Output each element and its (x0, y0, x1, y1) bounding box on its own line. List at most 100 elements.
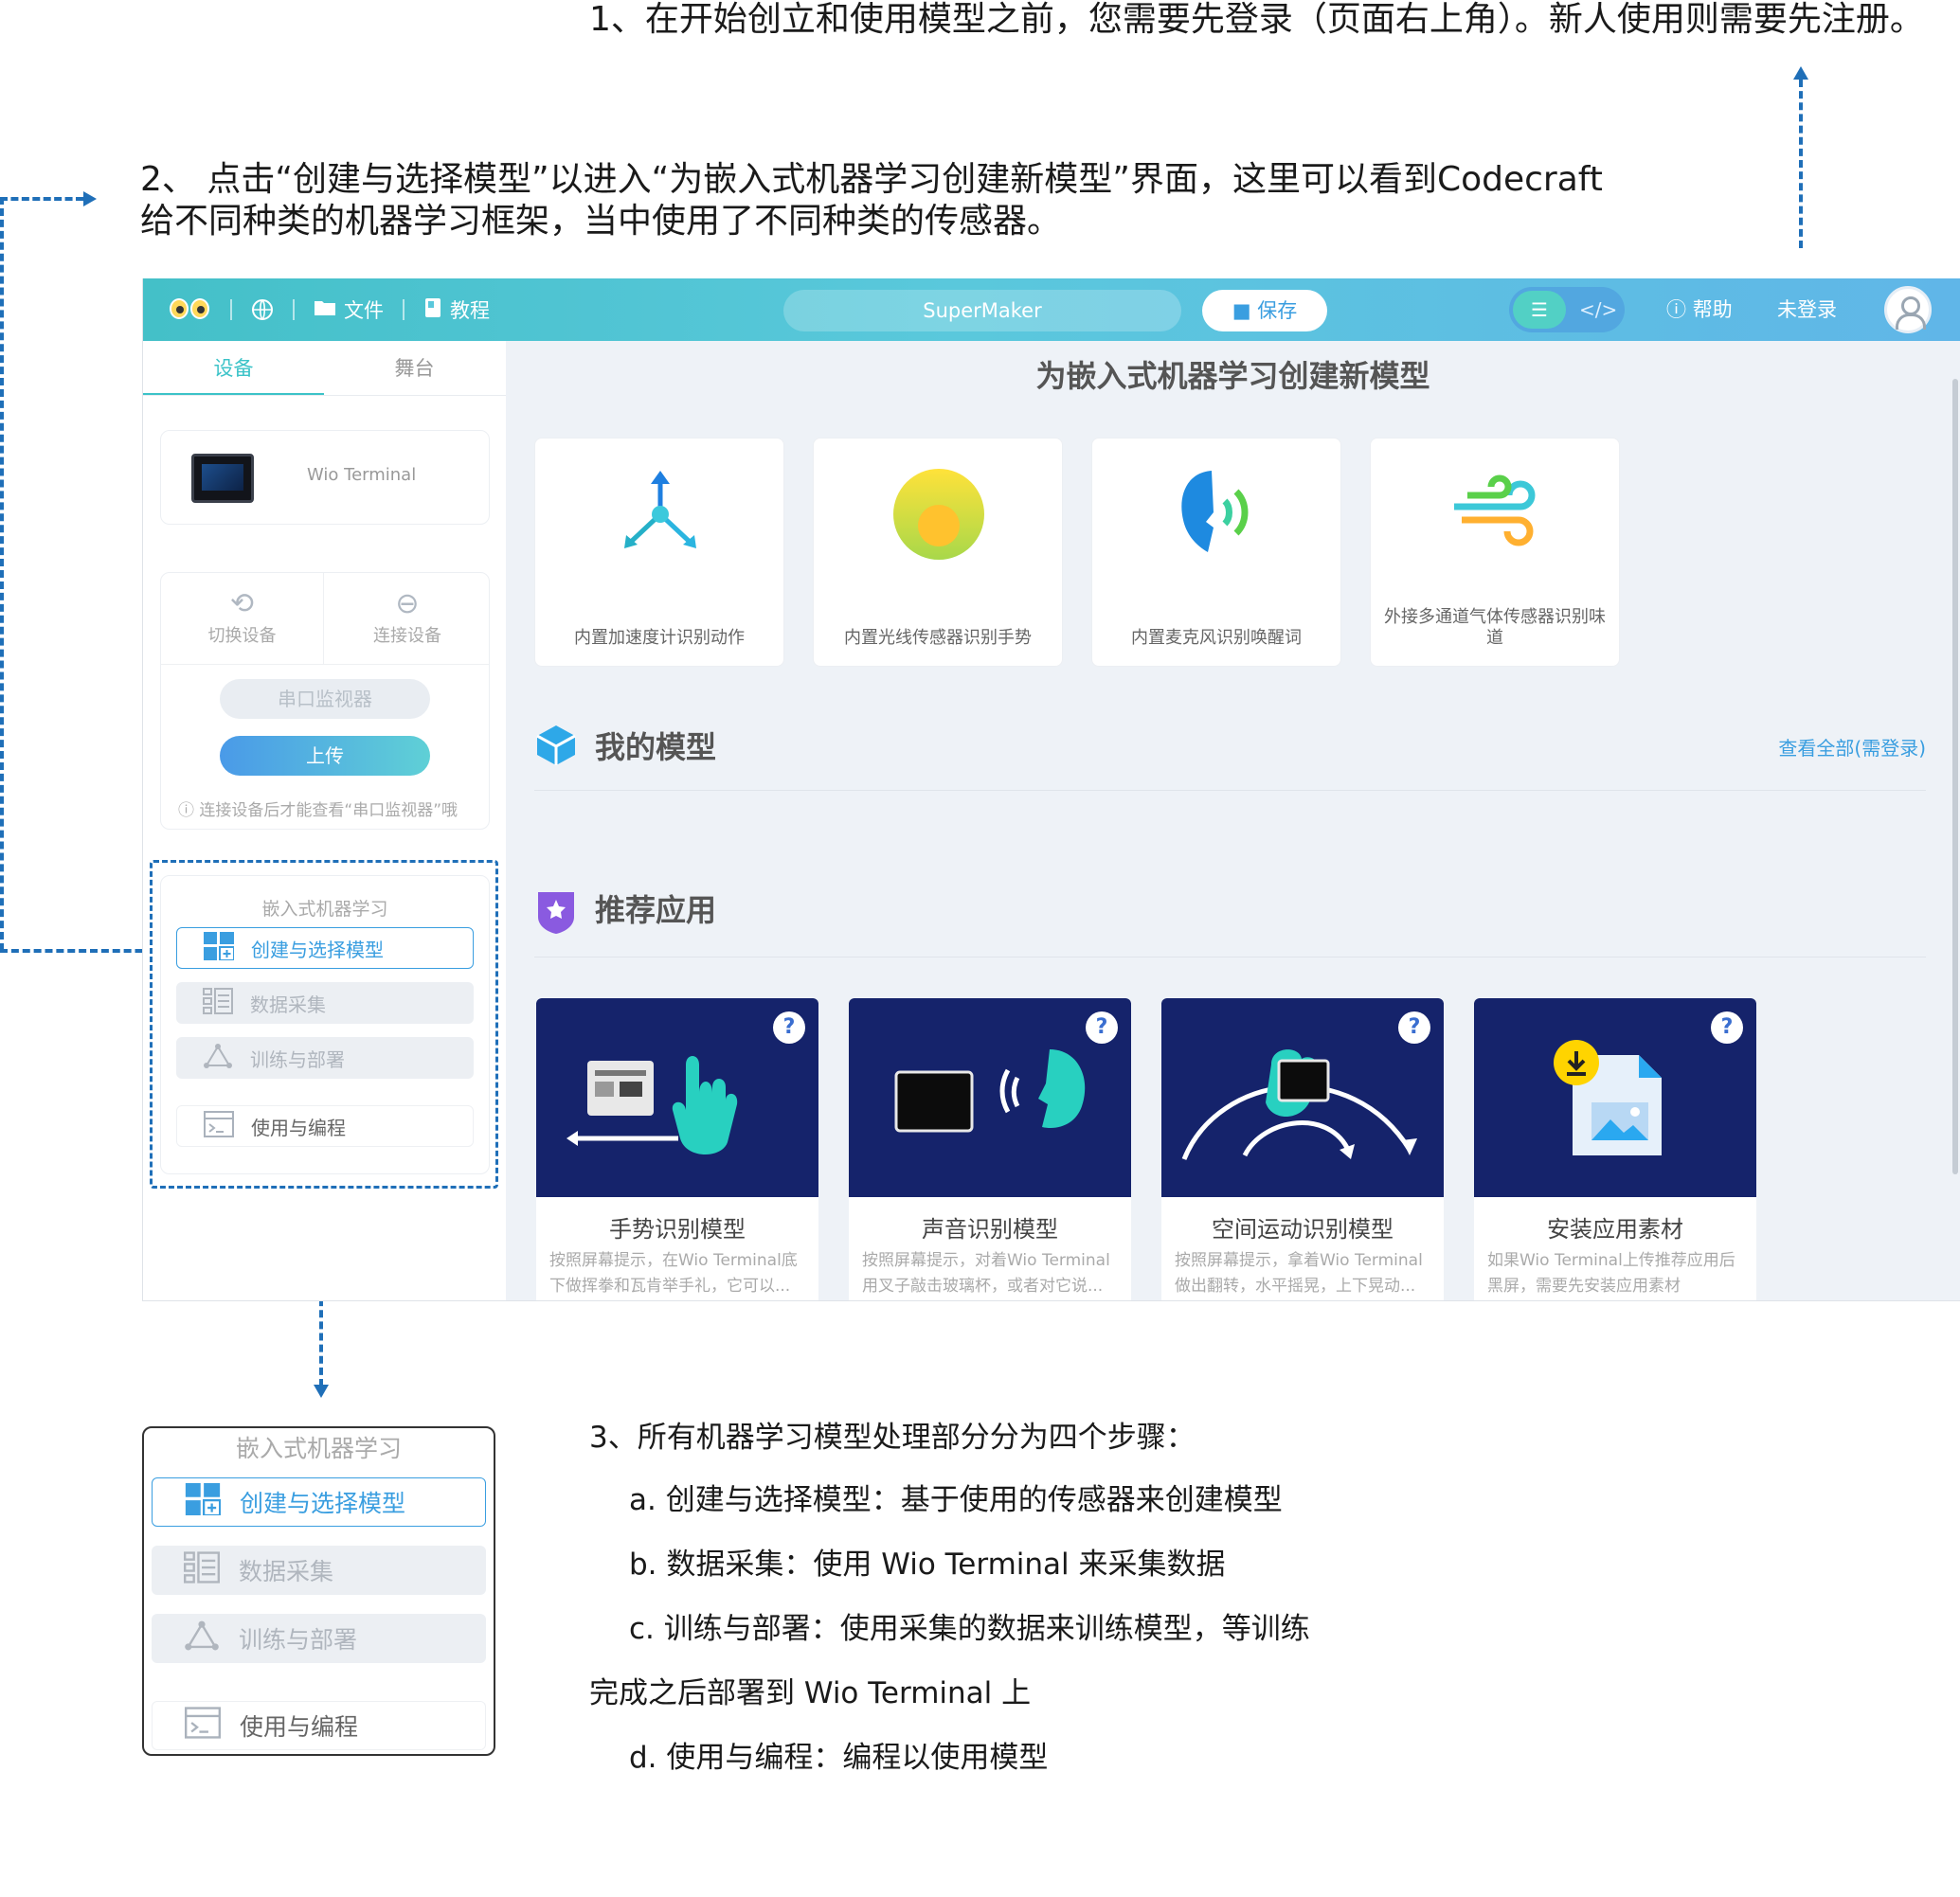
wio-terminal-image (191, 454, 254, 503)
app-card-motion[interactable]: ? 空间运动识别模型 按照屏幕提示，拿着Wio Terminal 做出翻转，水平… (1161, 998, 1444, 1300)
sensor-card-light[interactable]: 内置光线传感器识别手势 (813, 438, 1063, 667)
login-link[interactable]: 未登录 (1777, 278, 1837, 341)
app-desc: 按照屏幕提示，拿着Wio Terminal 做出翻转，水平摇晃，上下晃动... (1175, 1248, 1430, 1299)
sensor-label: 内置加速度计识别动作 (574, 628, 745, 648)
top-bar: 文件 教程 SuperMaker ■ 保存 ☰ </> ⓘ 帮助 未登录 (143, 278, 1960, 341)
step-b: b. 数据采集：使用 Wio Terminal 来采集数据 (629, 1548, 1226, 1582)
owl-logo-icon[interactable] (170, 295, 211, 325)
ml-data-collection[interactable]: 数据采集 (152, 1546, 486, 1595)
ml-create-model-label: 创建与选择模型 (240, 1490, 406, 1517)
sensor-label-line1: 外接多通道气体传感器识别味 (1384, 607, 1606, 627)
help-question-icon[interactable]: ? (773, 1011, 805, 1044)
globe-icon[interactable] (251, 298, 274, 321)
upload-button[interactable]: 上传 (220, 736, 430, 776)
app-desc-line2: 下做挥拳和瓦肯举手礼，它可以... (549, 1277, 791, 1296)
connection-tip: ⓘ 连接设备后才能查看“串口监视器”哦 (178, 796, 458, 820)
sensor-label: 内置光线传感器识别手势 (844, 628, 1032, 648)
sensor-card-accelerometer[interactable]: 内置加速度计识别动作 (534, 438, 784, 667)
mode-toggle[interactable]: ☰ </> (1509, 287, 1625, 332)
highlight-box (150, 860, 498, 1189)
sensor-label-line2: 道 (1486, 628, 1503, 648)
step3-note: 3、所有机器学习模型处理部分分为四个步骤： (589, 1421, 1196, 1455)
connection-tip-text: 连接设备后才能查看“串口监视器”哦 (199, 801, 459, 820)
ml-train-deploy[interactable]: 训练与部署 (152, 1614, 486, 1663)
project-name-input[interactable]: SuperMaker (783, 290, 1181, 331)
help-button[interactable]: ⓘ 帮助 (1666, 278, 1733, 341)
app-desc-line1: 按照屏幕提示，对着Wio Terminal (862, 1251, 1110, 1270)
app-desc-line2: 黑屏，需要先安装应用素材 (1487, 1277, 1681, 1296)
avatar[interactable] (1884, 286, 1932, 333)
ml-use-program[interactable]: 使用与编程 (152, 1701, 486, 1750)
guide-arrow-up (1793, 66, 1808, 80)
serial-monitor-button[interactable]: 串口监视器 (220, 679, 430, 719)
help-question-icon[interactable]: ? (1086, 1011, 1118, 1044)
tab-stage[interactable]: 舞台 (324, 341, 505, 395)
left-tabs: 设备 舞台 (143, 341, 506, 396)
app-desc-line1: 按照屏幕提示，拿着Wio Terminal (1175, 1251, 1423, 1270)
main-content: 为嵌入式机器学习创建新模型 内置加速度计识别动作 内置光线传感器识别手势 内置麦… (506, 341, 1960, 1300)
data-list-icon (184, 1551, 220, 1589)
recommended-title: 推荐应用 (595, 892, 717, 928)
network-icon (184, 1620, 220, 1657)
app-desc-line1: 如果Wio Terminal上传推荐应用后 (1487, 1251, 1735, 1270)
light-sensor-icon (891, 467, 986, 562)
code-icon: </> (1579, 298, 1618, 321)
tab-device[interactable]: 设备 (143, 341, 324, 395)
step2-note-line1: 2、 点击“创建与选择模型”以进入“为嵌入式机器学习创建新模型”界面，这里可以看… (140, 160, 1603, 199)
step-c: c. 训练与部署：使用采集的数据来训练模型，等训练 完成之后部署到 Wio Te… (589, 1612, 1310, 1710)
app-title: 手势识别模型 (609, 1216, 746, 1243)
steps-list: a. 创建与选择模型：基于使用的传感器来创建模型 b. 数据采集：使用 Wio … (589, 1483, 1310, 1805)
app-desc: 如果Wio Terminal上传推荐应用后 黑屏，需要先安装应用素材 (1487, 1248, 1743, 1299)
cube-icon (534, 724, 578, 767)
divider (403, 299, 405, 320)
app-title: 空间运动识别模型 (1212, 1216, 1394, 1243)
ml-use-program-label: 使用与编程 (240, 1713, 359, 1741)
help-question-icon[interactable]: ? (1711, 1011, 1743, 1044)
file-menu-label: 文件 (344, 299, 384, 322)
link-icon: ⊖ (395, 587, 420, 620)
sensor-card-gas[interactable]: 外接多通道气体传感器识别味 道 (1370, 438, 1620, 667)
guide-arrow-right (83, 191, 97, 206)
step-d: d. 使用与编程：编程以使用模型 (629, 1741, 1049, 1775)
file-menu[interactable]: 文件 (314, 295, 384, 324)
device-card[interactable]: Wio Terminal (160, 430, 490, 525)
info-icon: ⓘ (178, 801, 194, 820)
terminal-icon (185, 1707, 221, 1745)
ml-data-collection-label: 数据采集 (239, 1558, 334, 1585)
divider (293, 299, 295, 320)
scrollbar[interactable] (1952, 379, 1958, 1174)
step-c-line2: 完成之后部署到 Wio Terminal 上 (589, 1676, 1032, 1710)
tutorial-menu[interactable]: 教程 (423, 295, 490, 324)
sensor-card-microphone[interactable]: 内置麦克风识别唤醒词 (1091, 438, 1341, 667)
help-icon: ⓘ (1666, 298, 1686, 321)
app-desc: 按照屏幕提示，在Wio Terminal底 下做挥拳和瓦肯举手礼，它可以... (549, 1248, 805, 1299)
microphone-voice-icon (1170, 467, 1265, 562)
help-question-icon[interactable]: ? (1398, 1011, 1430, 1044)
save-button[interactable]: ■ 保存 (1202, 290, 1327, 331)
switch-icon: ⟲ (229, 587, 255, 620)
ml-section-zoom: 嵌入式机器学习 创建与选择模型 数据采集 训练与部署 使用与编程 (142, 1426, 495, 1756)
save-button-label: 保存 (1257, 299, 1298, 322)
app-desc-line2: 做出翻转，水平摇晃，上下晃动... (1175, 1277, 1416, 1296)
app-title: 安装应用素材 (1547, 1216, 1683, 1243)
guide-line-left (0, 197, 4, 951)
app-desc: 按照屏幕提示，对着Wio Terminal 用叉子敲击玻璃杯，或者对它说... (862, 1248, 1118, 1299)
step2-note-line2: 给不同种类的机器学习框架，当中使用了不同种类的传感器。 (140, 202, 1062, 241)
accelerometer-icon (613, 467, 708, 562)
wind-gas-icon (1448, 467, 1543, 562)
connect-device-label: 连接设备 (373, 626, 441, 646)
folder-icon (314, 298, 336, 322)
app-card-assets[interactable]: ? 安装应用素材 如果Wio Terminal上传推荐应用后 黑屏，需要先安装应… (1474, 998, 1756, 1300)
view-all-link[interactable]: 查看全部(需登录) (1778, 733, 1926, 761)
app-card-sound[interactable]: ? 声音识别模型 按照屏幕提示，对着Wio Terminal 用叉子敲击玻璃杯，… (849, 998, 1131, 1300)
book-icon (423, 297, 442, 323)
guide-line-up (1799, 80, 1803, 248)
app-card-gesture[interactable]: ? 手势识别模型 按照屏幕提示，在Wio Terminal底 下做挥拳和瓦肯举手… (536, 998, 818, 1300)
app-desc-line1: 按照屏幕提示，在Wio Terminal底 (549, 1251, 798, 1270)
ml-create-model[interactable]: 创建与选择模型 (152, 1477, 486, 1527)
help-label: 帮助 (1692, 298, 1733, 321)
divider (534, 790, 1926, 791)
recommended-heading: 推荐应用 (534, 886, 717, 934)
connect-device-button[interactable]: ⊖ 连接设备 (326, 573, 489, 664)
switch-device-button[interactable]: ⟲ 切换设备 (161, 573, 324, 664)
